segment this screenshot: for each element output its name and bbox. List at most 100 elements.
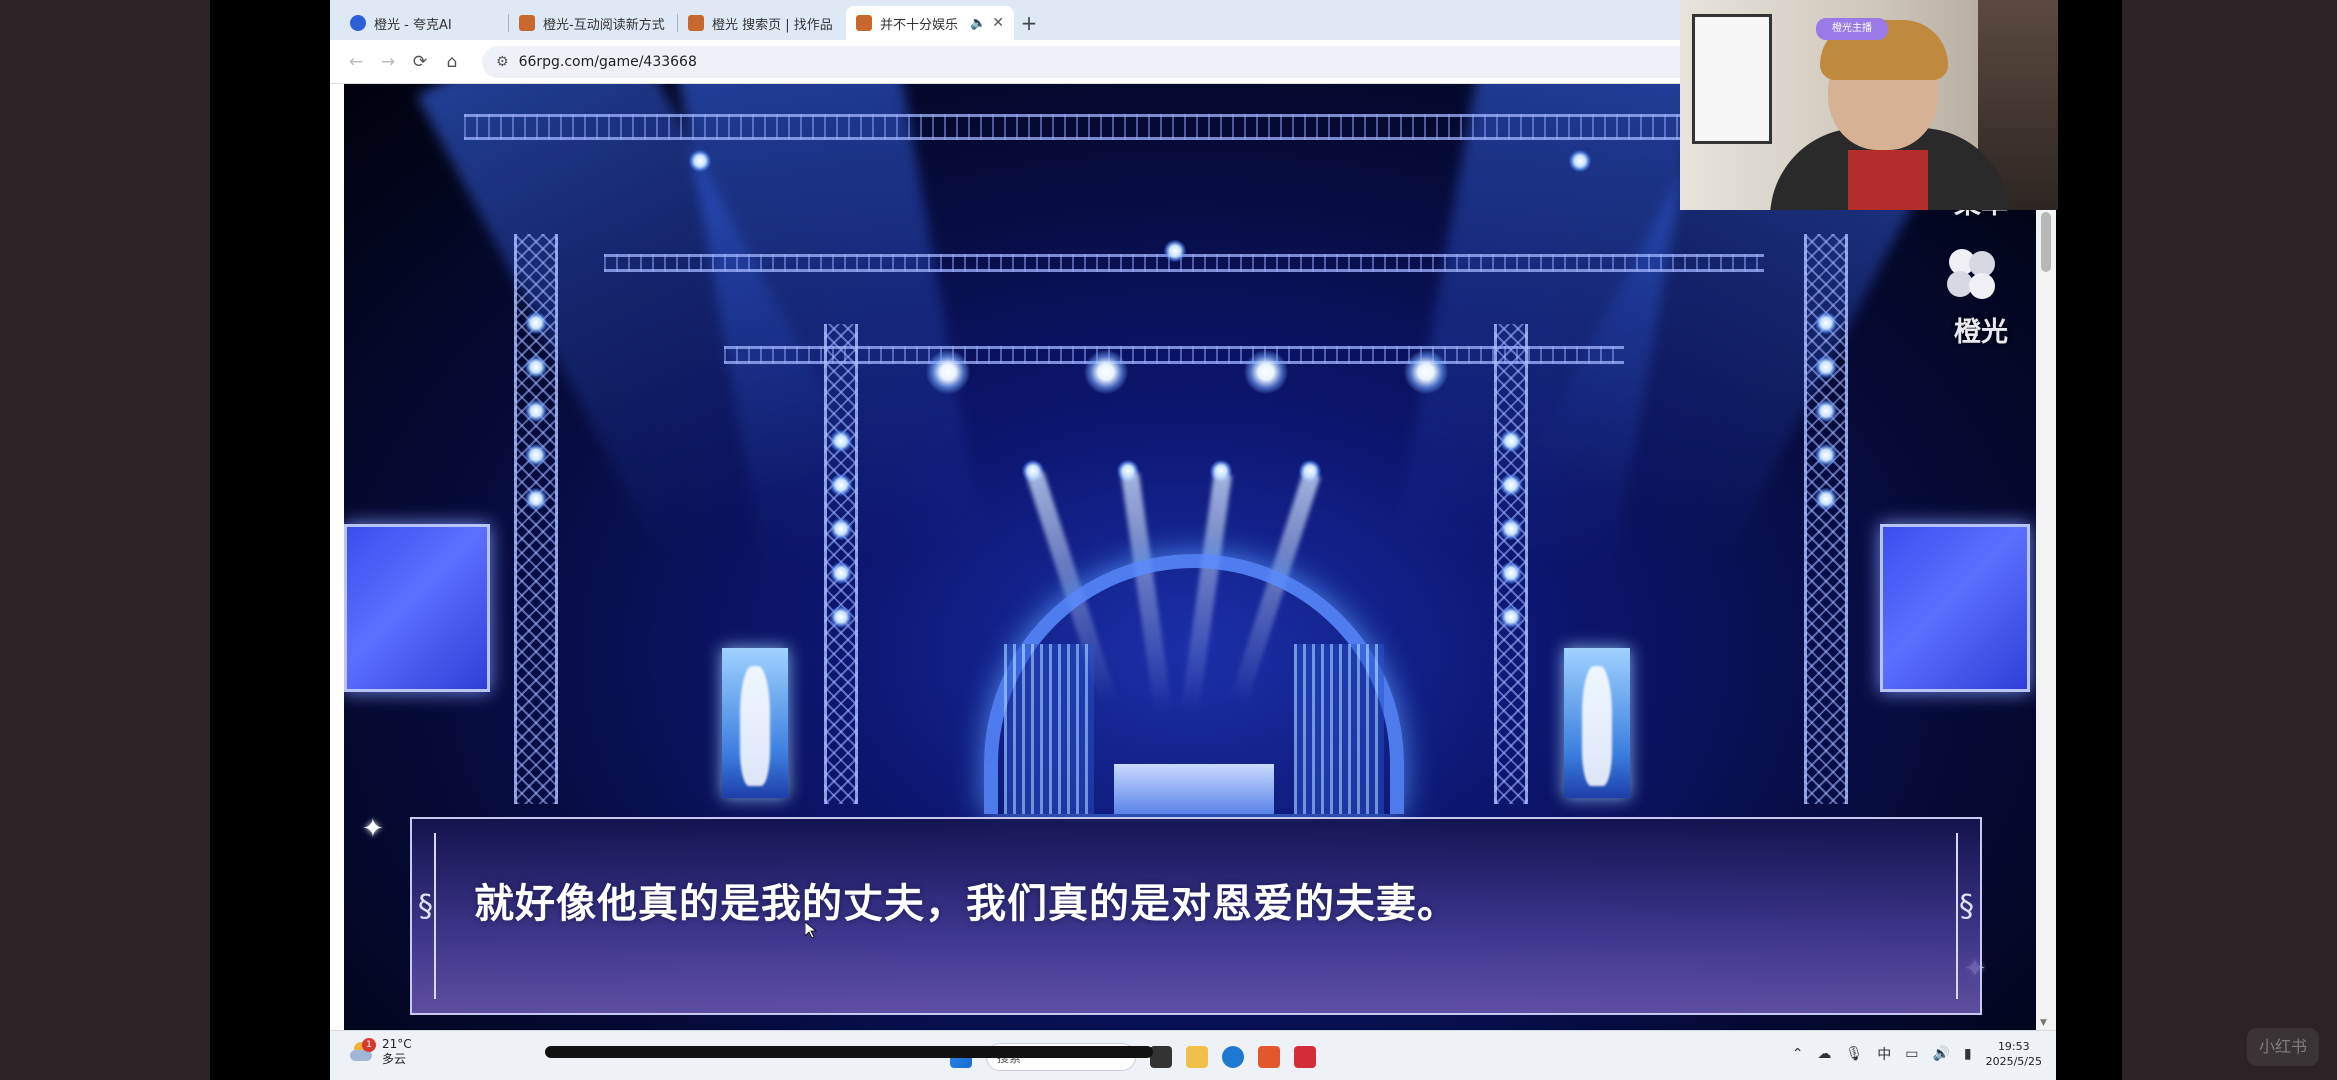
spotlight (1404, 350, 1448, 394)
stage-light (1500, 430, 1522, 452)
streamer-webcam-overlay: 橙光主播 (1680, 0, 2058, 210)
brand-label: 橙光 (1954, 317, 2008, 348)
page-scrollbar[interactable]: ▼ (2036, 84, 2056, 1030)
site-info-icon[interactable]: ⚙ (496, 54, 509, 70)
right-video-screen (1880, 524, 2030, 692)
stage-curtain-right (1294, 644, 1384, 814)
orange-light-icon (519, 15, 535, 31)
stage-light (1815, 444, 1837, 466)
tab-orange-light-search[interactable]: 橙光 搜索页 | 找作品 (678, 6, 846, 40)
stage-curtain-left (1004, 644, 1094, 814)
clock-date: 2025/5/25 (1985, 1055, 2042, 1068)
game-viewport[interactable]: 菜单 橙光 ✦ ✦ § § 就好像他真的是我的丈夫，我们真的是对恩爱的夫妻。 (344, 84, 2036, 1030)
speaker-icon[interactable]: 🔈 (970, 16, 986, 31)
dancer-silhouette (1582, 666, 1612, 786)
streamer-badge: 橙光主播 (1816, 18, 1888, 40)
stage-light (1815, 312, 1837, 334)
stage-light (525, 400, 547, 422)
browser-app-icon[interactable] (1222, 1046, 1244, 1068)
stage-light (1500, 474, 1522, 496)
tab-label: 并不十分娱乐 (880, 17, 959, 33)
stage-light (830, 474, 852, 496)
quark-icon (350, 15, 366, 31)
spotlight (1164, 240, 1186, 262)
tab-orange-light-home[interactable]: 橙光-互动阅读新方式 (509, 6, 677, 40)
new-tab-button[interactable]: + (1014, 6, 1044, 40)
weather-widget[interactable]: 1 21°C 多云 (348, 1037, 412, 1067)
phone-gesture-bar (545, 1046, 1153, 1058)
stage-light (830, 430, 852, 452)
spotlight (1244, 350, 1288, 394)
dialog-border-right (1956, 833, 1958, 999)
cloud-sync-icon[interactable]: ☁ (1817, 1046, 1831, 1062)
file-explorer-icon[interactable] (1186, 1046, 1208, 1068)
microphone-icon[interactable]: 🎙 (1845, 1046, 1863, 1062)
dialog-border-left (434, 833, 436, 999)
stage-light (1500, 562, 1522, 584)
phone-screen-capture: 橙光 - 夸克AI 橙光-互动阅读新方式 橙光 搜索页 | 找作品 并不十分娱乐… (0, 0, 2337, 1080)
letterbox-left (0, 0, 210, 1080)
dancer-silhouette (740, 666, 770, 786)
right-dancer-screen (1564, 648, 1630, 798)
alert-badge: 1 (362, 1038, 376, 1052)
system-clock[interactable]: 19:53 2025/5/25 (1986, 1039, 2042, 1069)
task-view-icon[interactable] (1150, 1046, 1172, 1068)
left-dancer-screen (722, 648, 788, 798)
tab-label: 橙光-互动阅读新方式 (543, 17, 665, 33)
back-arrow-icon[interactable]: ← (340, 46, 372, 78)
system-tray: ⌃ ☁ 🎙 中 ▭ 🔊 ▮ 19:53 2025/5/25 (1792, 1039, 2042, 1069)
reload-icon[interactable]: ⟳ (404, 46, 436, 78)
app-watermark: 小红书 (2247, 1028, 2319, 1066)
star-decoration-icon: ✦ (362, 814, 384, 844)
forward-arrow-icon[interactable]: → (372, 46, 404, 78)
clover-logo-icon[interactable] (1942, 246, 2000, 302)
stage-light (525, 488, 547, 510)
tab-label: 橙光 搜索页 | 找作品 (712, 17, 833, 33)
spotlight (689, 150, 711, 172)
letterbox-right (2122, 0, 2337, 1080)
tab-label: 橙光 - 夸克AI (374, 17, 452, 33)
stage-light (1815, 400, 1837, 422)
stage-light (830, 518, 852, 540)
mouse-cursor-icon (804, 921, 818, 939)
office-app-icon[interactable] (1258, 1046, 1280, 1068)
middle-truss (724, 346, 1624, 364)
stage-light (525, 356, 547, 378)
whiteboard (1692, 14, 1772, 144)
ornament-left-icon: § (418, 889, 433, 924)
close-icon[interactable]: ✕ (992, 15, 1004, 31)
ime-indicator[interactable]: 中 (1877, 1044, 1891, 1064)
stage-light (1500, 518, 1522, 540)
volume-icon[interactable]: 🔊 (1932, 1046, 1949, 1062)
weather-temp: 21°C (382, 1037, 412, 1051)
home-icon[interactable]: ⌂ (436, 46, 468, 78)
ornament-right-icon: § (1959, 889, 1974, 924)
stage-light (1815, 488, 1837, 510)
address-bar[interactable]: ⚙ 66rpg.com/game/433668 (482, 45, 1796, 78)
spotlight (1569, 150, 1591, 172)
dialogue-text: 就好像他真的是我的丈夫，我们真的是对恩爱的夫妻。 (474, 880, 1458, 927)
dialogue-box[interactable]: § § 就好像他真的是我的丈夫，我们真的是对恩爱的夫妻。 (410, 817, 1982, 1015)
tab-quark-ai[interactable]: 橙光 - 夸克AI (340, 6, 508, 40)
clock-time: 19:53 (1997, 1040, 2030, 1053)
scroll-down-icon[interactable]: ▼ (2040, 1018, 2047, 1028)
stage-light (1500, 606, 1522, 628)
stage-light (830, 562, 852, 584)
person-shirt (1848, 150, 1928, 210)
left-video-screen (344, 524, 490, 692)
stage-light (830, 606, 852, 628)
chevron-up-icon[interactable]: ⌃ (1792, 1046, 1804, 1062)
orange-light-icon (688, 15, 704, 31)
display-icon[interactable]: ▭ (1905, 1046, 1918, 1062)
stage-light (525, 444, 547, 466)
tab-game-active[interactable]: 并不十分娱乐 🔈 ✕ (846, 6, 1014, 40)
stage-light (1815, 356, 1837, 378)
spotlight (1084, 350, 1128, 394)
stage-light (525, 312, 547, 334)
scrollbar-thumb[interactable] (2041, 212, 2051, 272)
battery-icon[interactable]: ▮ (1964, 1046, 1972, 1062)
orange-light-icon (856, 15, 872, 31)
red-app-icon[interactable] (1294, 1046, 1316, 1068)
spotlight (926, 350, 970, 394)
weather-condition: 多云 (382, 1052, 407, 1066)
